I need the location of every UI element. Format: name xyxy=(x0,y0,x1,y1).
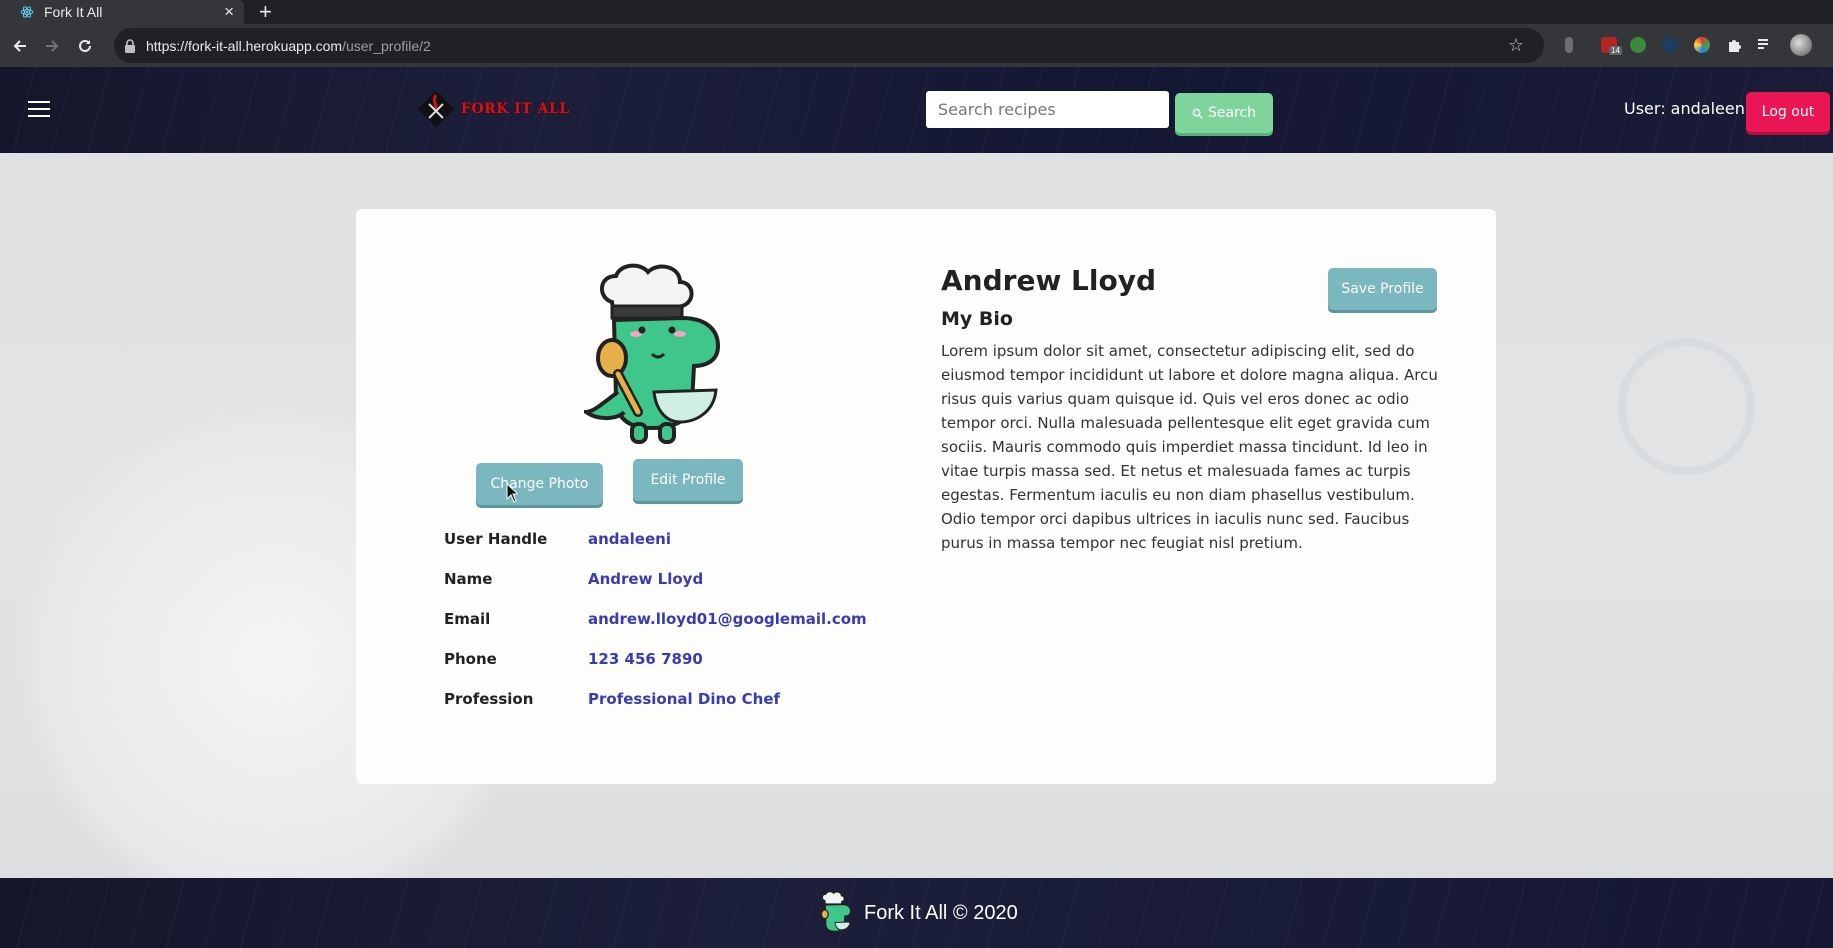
extension-ublock-icon[interactable]: 14 xyxy=(1601,37,1622,55)
info-row-name: Name Andrew Lloyd xyxy=(444,570,867,610)
new-tab-icon[interactable]: + xyxy=(259,0,272,25)
reading-list-icon[interactable] xyxy=(1757,37,1773,53)
site-logo[interactable]: FORK IT ALL xyxy=(417,90,570,128)
info-row-phone: Phone 123 456 7890 xyxy=(444,650,867,690)
info-value: andrew.lloyd01@googlemail.com xyxy=(588,610,867,628)
logo-text: FORK IT ALL xyxy=(461,101,570,117)
save-profile-button[interactable]: Save Profile xyxy=(1328,268,1437,310)
search-icon xyxy=(1192,108,1203,119)
extension-tree-icon[interactable] xyxy=(1630,37,1646,53)
footer-copyright: Fork It All © 2020 xyxy=(864,901,1018,924)
search-input[interactable] xyxy=(926,91,1169,128)
info-label: Name xyxy=(444,570,493,588)
browser-tabstrip: Fork It All × + xyxy=(0,0,1833,24)
info-value: Andrew Lloyd xyxy=(588,570,704,588)
site-footer: Fork It All © 2020 xyxy=(0,878,1833,948)
extension-badge: 14 xyxy=(1609,46,1622,55)
react-favicon-icon xyxy=(20,6,34,18)
url-host: https://fork-it-all.herokuapp.com xyxy=(146,37,343,54)
logout-button[interactable]: Log out xyxy=(1746,92,1830,132)
info-value: 123 456 7890 xyxy=(588,650,703,668)
change-photo-button[interactable]: Change Photo xyxy=(476,463,603,505)
info-label: User Handle xyxy=(444,530,548,548)
edit-profile-button[interactable]: Edit Profile xyxy=(633,459,743,501)
info-label: Email xyxy=(444,610,491,628)
mouse-cursor xyxy=(506,483,518,503)
extension-react-icon[interactable] xyxy=(1662,37,1678,53)
forward-arrow-icon[interactable] xyxy=(40,34,64,58)
info-value: Professional Dino Chef xyxy=(588,690,781,708)
profile-avatar-icon[interactable] xyxy=(1790,34,1812,56)
info-row-email: Email andrew.lloyd01@googlemail.com xyxy=(444,610,867,650)
fork-knife-logo-icon xyxy=(417,90,455,128)
extension-icon[interactable] xyxy=(1565,37,1573,53)
profile-name-heading: Andrew Lloyd xyxy=(941,264,1157,297)
dino-chef-footer-icon xyxy=(820,891,852,932)
star-icon[interactable]: ☆ xyxy=(1508,35,1524,56)
site-header: FORK IT ALL xyxy=(0,67,1833,153)
info-row-user-handle: User Handle andaleeni xyxy=(444,530,867,570)
footer-content: Fork It All © 2020 xyxy=(818,890,1018,936)
extension-color-icon[interactable] xyxy=(1694,37,1710,53)
search-button-label: Search xyxy=(1207,105,1257,121)
reload-icon[interactable] xyxy=(73,34,97,58)
info-label: Profession xyxy=(444,690,534,708)
puzzle-icon[interactable] xyxy=(1726,37,1742,53)
browser-tab[interactable]: Fork It All × xyxy=(0,0,244,24)
browser-toolbar: https://fork-it-all.herokuapp.com/user_p… xyxy=(0,24,1833,67)
dino-chef-avatar xyxy=(584,263,721,444)
profile-info-list: User Handle andaleeni Name Andrew Lloyd … xyxy=(444,530,867,730)
current-user-label: User: andaleeni xyxy=(1624,99,1750,118)
rain-background xyxy=(0,67,1833,153)
tab-close-icon[interactable]: × xyxy=(224,2,234,22)
back-arrow-icon[interactable] xyxy=(8,34,32,58)
search-button[interactable]: Search xyxy=(1175,93,1273,133)
info-label: Phone xyxy=(444,650,497,668)
bio-heading: My Bio xyxy=(941,308,1013,330)
url-path: /user_profile/2 xyxy=(342,37,431,54)
info-row-profession: Profession Professional Dino Chef xyxy=(444,690,867,730)
url-text: https://fork-it-all.herokuapp.com/user_p… xyxy=(146,38,431,54)
hamburger-icon[interactable] xyxy=(28,101,50,122)
info-value: andaleeni xyxy=(588,530,671,548)
lock-icon xyxy=(125,38,135,53)
tab-title: Fork It All xyxy=(44,4,103,20)
address-bar[interactable]: https://fork-it-all.herokuapp.com/user_p… xyxy=(114,28,1544,63)
bio-text: Lorem ipsum dolor sit amet, consectetur … xyxy=(941,342,1438,552)
